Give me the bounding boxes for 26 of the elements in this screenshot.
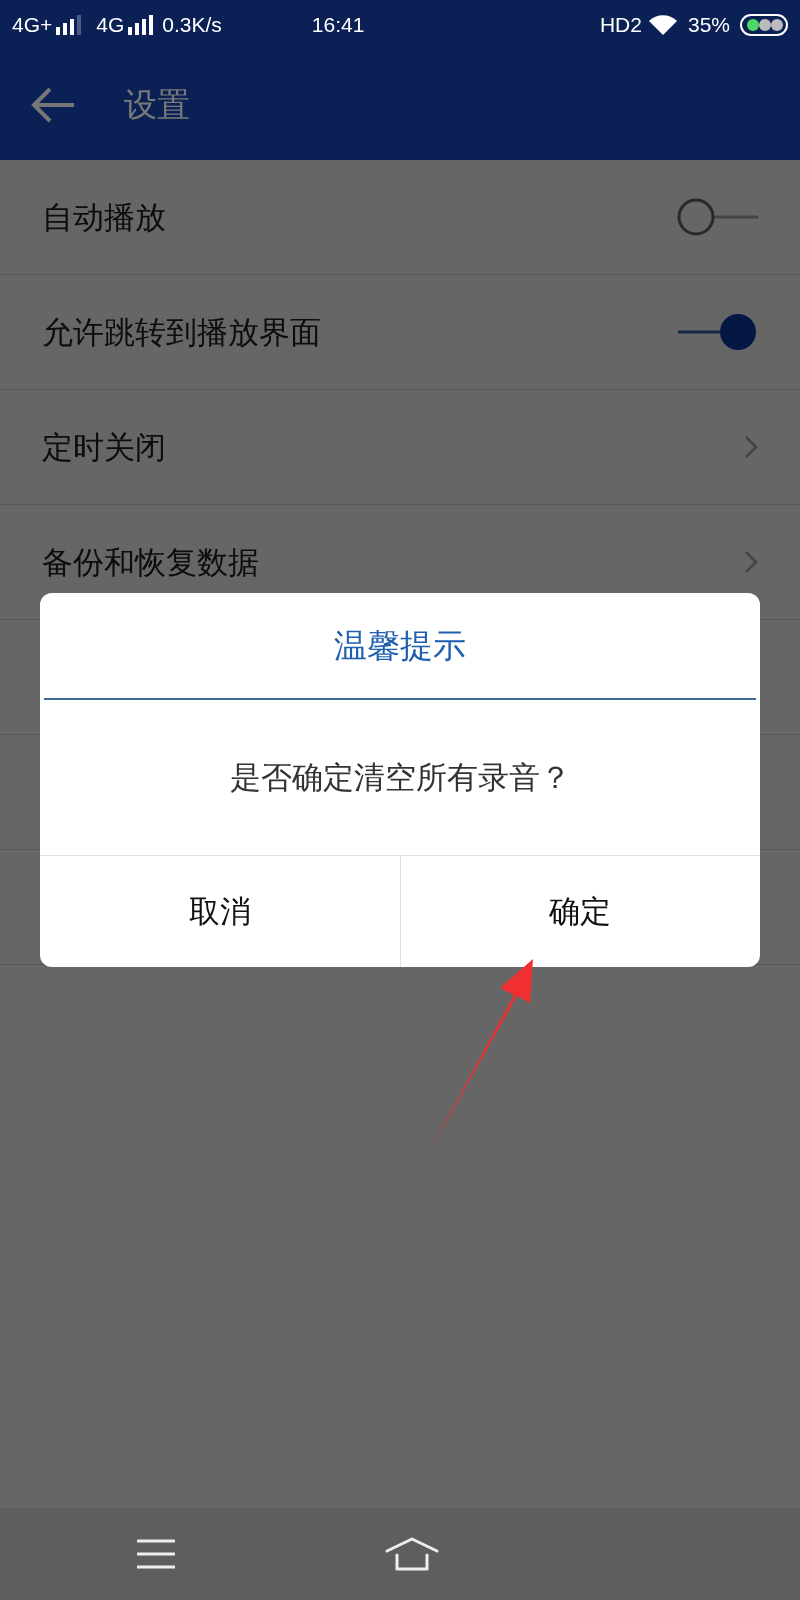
settings-row[interactable]: 定时关闭	[0, 390, 800, 505]
speed-label: 0.3K/s	[162, 12, 222, 39]
page-title: 设置	[124, 84, 190, 127]
toggle-switch[interactable]	[676, 312, 758, 352]
chevron-icon	[744, 435, 758, 459]
back-icon[interactable]	[30, 87, 76, 123]
hd-label: HD2	[599, 12, 642, 39]
network-label: 4G+	[12, 12, 53, 39]
battery-label: 35%	[687, 12, 730, 39]
chevron-icon	[744, 550, 758, 574]
clock: 16:41	[311, 12, 365, 39]
battery-icon	[740, 14, 788, 36]
wifi-icon	[647, 14, 678, 36]
dialog-message: 是否确定清空所有录音？	[229, 758, 571, 798]
settings-row[interactable]: 自动播放	[0, 160, 800, 275]
settings-label: 允许跳转到播放界面	[42, 312, 322, 352]
settings-label: 定时关闭	[42, 427, 167, 467]
settings-row[interactable]: 允许跳转到播放界面	[0, 275, 800, 390]
settings-label: 自动播放	[42, 197, 167, 237]
toggle-switch[interactable]	[676, 197, 758, 237]
dialog-title: 温馨提示	[334, 624, 466, 667]
dialog-button[interactable]: 取消	[40, 856, 400, 967]
network-label: 4G	[96, 12, 125, 39]
home-icon[interactable]	[385, 1537, 439, 1571]
settings-label: 备份和恢复数据	[42, 542, 260, 582]
menu-icon[interactable]	[137, 1539, 175, 1569]
